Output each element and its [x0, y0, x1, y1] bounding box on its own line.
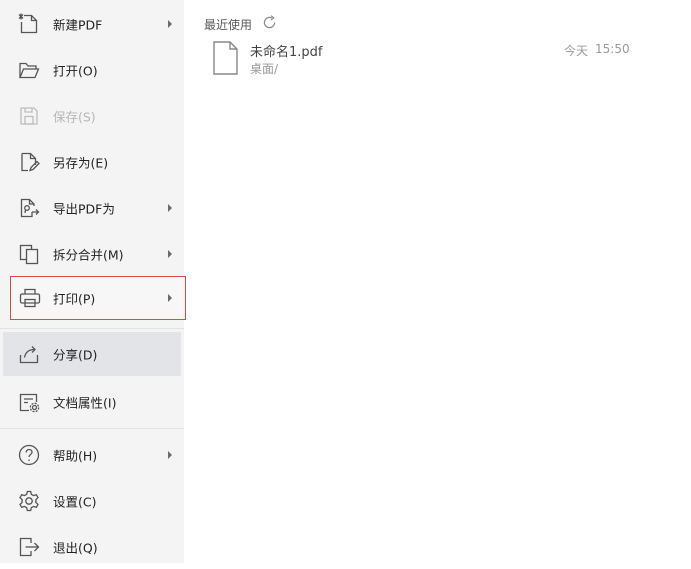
refresh-icon[interactable] [261, 14, 278, 31]
menu-label-save: 保存(S) [53, 109, 96, 125]
exit-icon [17, 535, 41, 559]
submenu-arrow-icon [168, 20, 172, 28]
export-pdf-icon [17, 196, 41, 220]
recent-file-row[interactable]: 未命名1.pdf 桌面/ 今天 15:50 [200, 36, 640, 80]
menu-label-export-pdf: 导出PDF为 [53, 201, 115, 217]
menu-item-print[interactable]: 打印(P) [10, 276, 186, 320]
submenu-arrow-icon [168, 294, 172, 302]
menu-label-share: 分享(D) [53, 347, 98, 363]
sidebar-menu: 新建PDF 打开(O) 保存(S) 另存为(E) 导出PDF为 拆分合并(M) … [0, 0, 186, 563]
menu-divider [0, 428, 184, 429]
menu-item-split-merge[interactable]: 拆分合并(M) [0, 232, 184, 276]
menu-item-share[interactable]: 分享(D) [3, 332, 181, 376]
file-name: 未命名1.pdf [250, 45, 323, 60]
document-properties-icon [17, 390, 41, 414]
menu-label-save-as: 另存为(E) [53, 155, 109, 171]
file-date: 今天 [564, 44, 589, 58]
submenu-arrow-icon [168, 451, 172, 459]
menu-divider [0, 328, 184, 329]
menu-label-split-merge: 拆分合并(M) [53, 247, 124, 263]
save-icon [17, 104, 41, 128]
file-icon [212, 40, 239, 76]
menu-label-print: 打印(P) [53, 291, 96, 307]
file-path: 桌面/ [250, 62, 279, 76]
file-time: 15:50 [595, 42, 630, 56]
submenu-arrow-icon [168, 204, 172, 212]
split-merge-icon [17, 242, 41, 266]
menu-item-document-properties[interactable]: 文档属性(I) [0, 380, 184, 424]
menu-label-open: 打开(O) [53, 63, 98, 79]
menu-item-export-pdf[interactable]: 导出PDF为 [0, 186, 184, 230]
recent-title: 最近使用 [204, 18, 253, 32]
menu-label-new-pdf: 新建PDF [53, 17, 103, 33]
menu-item-settings[interactable]: 设置(C) [0, 479, 184, 523]
settings-gear-icon [17, 489, 41, 513]
save-as-icon [17, 150, 41, 174]
menu-label-help: 帮助(H) [53, 448, 98, 464]
menu-item-save-as[interactable]: 另存为(E) [0, 140, 184, 184]
new-pdf-icon [17, 12, 41, 36]
menu-item-save[interactable]: 保存(S) [0, 94, 184, 138]
menu-label-settings: 设置(C) [53, 494, 97, 510]
menu-item-exit[interactable]: 退出(Q) [0, 525, 184, 569]
menu-item-open[interactable]: 打开(O) [0, 48, 184, 92]
submenu-arrow-icon [168, 250, 172, 258]
menu-label-exit: 退出(Q) [53, 540, 98, 556]
open-folder-icon [17, 58, 41, 82]
printer-icon [18, 286, 42, 310]
menu-item-new-pdf[interactable]: 新建PDF [0, 2, 184, 46]
help-icon [17, 443, 41, 467]
menu-item-help[interactable]: 帮助(H) [0, 433, 184, 477]
menu-label-document-properties: 文档属性(I) [53, 395, 117, 411]
share-icon [17, 342, 41, 366]
